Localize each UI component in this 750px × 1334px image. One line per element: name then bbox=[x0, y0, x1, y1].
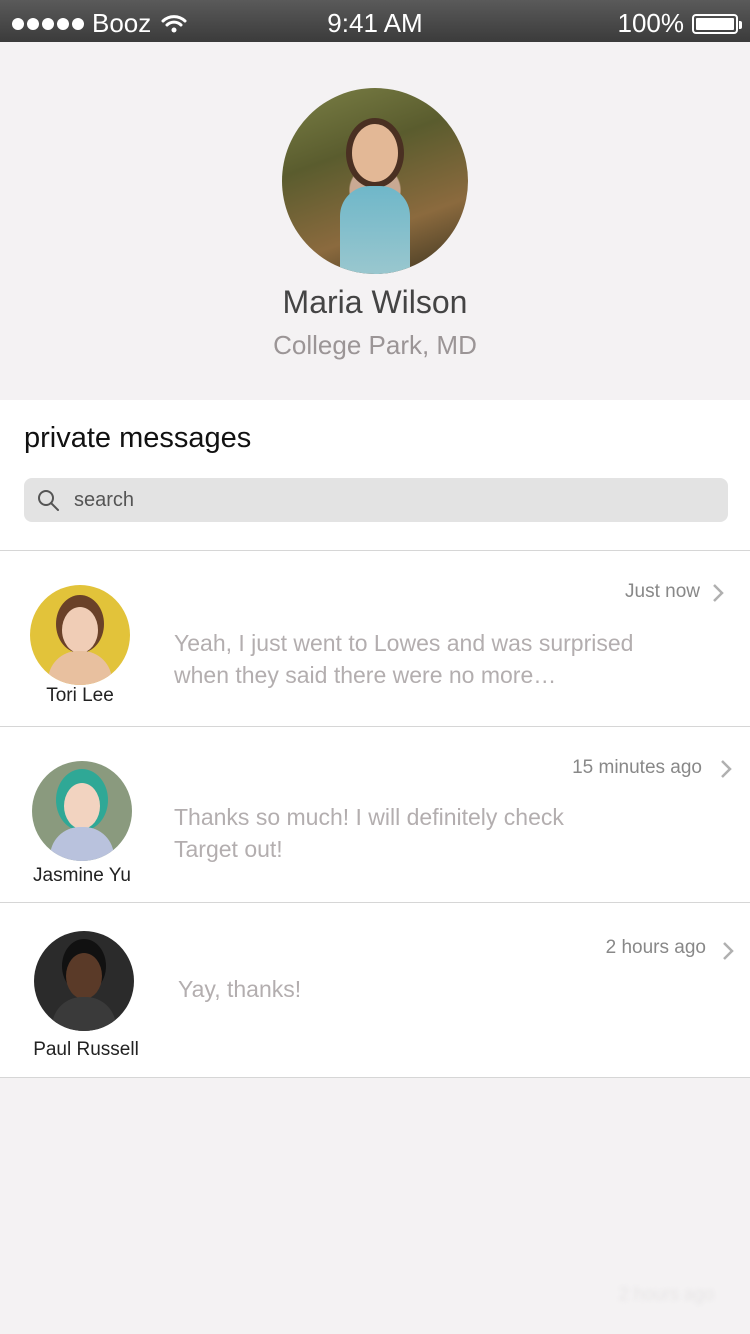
chevron-right-icon bbox=[721, 760, 732, 778]
chevron-right-icon bbox=[713, 584, 724, 602]
ghost-text: 2 hours ago bbox=[618, 1284, 714, 1304]
message-row-tori-lee[interactable]: Tori Lee Just now Yeah, I just went to L… bbox=[0, 550, 750, 726]
profile-header: Maria Wilson College Park, MD bbox=[0, 42, 750, 400]
message-time: 2 hours ago bbox=[605, 937, 706, 958]
battery-percentage: 100% bbox=[617, 8, 685, 38]
avatar bbox=[30, 585, 130, 685]
search-icon bbox=[38, 490, 59, 511]
message-list: Tori Lee Just now Yeah, I just went to L… bbox=[0, 550, 750, 1078]
message-time: 15 minutes ago bbox=[572, 757, 702, 778]
status-bar: Booz 9:41 AM 100% bbox=[0, 0, 750, 42]
sender-name: Paul Russell bbox=[33, 1039, 139, 1060]
avatar bbox=[32, 761, 132, 861]
profile-name: Maria Wilson bbox=[282, 284, 468, 320]
section-title: private messages bbox=[24, 422, 252, 454]
chevron-right-icon bbox=[723, 942, 734, 960]
message-row-paul-russell[interactable]: Paul Russell 2 hours ago Yay, thanks! bbox=[0, 902, 750, 1078]
message-time: Just now bbox=[625, 581, 700, 602]
search-input[interactable] bbox=[74, 478, 714, 522]
profile-avatar[interactable] bbox=[282, 88, 468, 274]
battery-icon bbox=[692, 13, 742, 34]
message-preview: Thanks so much! I will definitely check … bbox=[174, 804, 564, 862]
message-preview: Yay, thanks! bbox=[178, 976, 302, 1002]
message-row-jasmine-yu[interactable]: Jasmine Yu 15 minutes ago Thanks so much… bbox=[0, 726, 750, 902]
message-preview: Yeah, I just went to Lowes and was surpr… bbox=[174, 630, 634, 688]
profile-location: College Park, MD bbox=[273, 330, 477, 360]
search-box[interactable] bbox=[24, 478, 728, 522]
avatar bbox=[34, 931, 134, 1031]
messages-header: private messages bbox=[0, 400, 750, 550]
sender-name: Tori Lee bbox=[46, 685, 114, 706]
sender-name: Jasmine Yu bbox=[33, 865, 131, 886]
